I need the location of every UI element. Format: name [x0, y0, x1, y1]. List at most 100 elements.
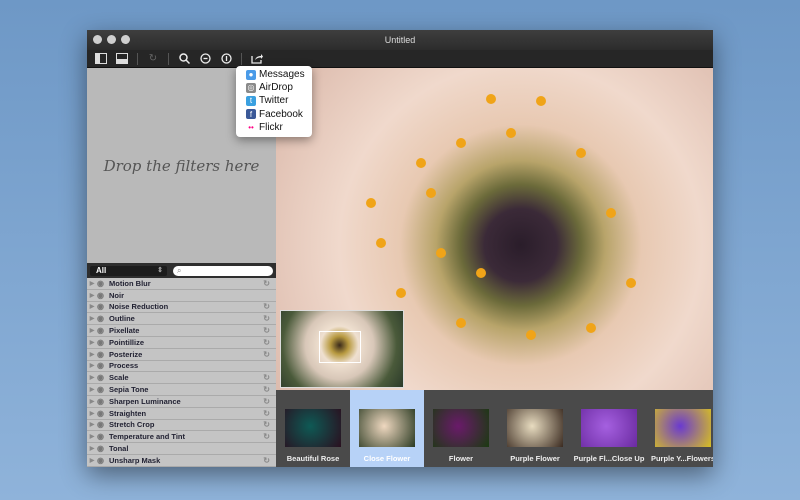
filter-row[interactable]: ▶ ◉ Noise Reduction ↻	[87, 302, 276, 314]
disclosure-triangle-icon[interactable]: ▶	[87, 362, 97, 369]
eye-icon[interactable]: ◉	[97, 338, 109, 347]
filter-row[interactable]: ▶ ◉ Tonal	[87, 443, 276, 455]
eye-icon[interactable]: ◉	[97, 326, 109, 335]
actual-size-icon[interactable]	[220, 53, 232, 65]
thumbnail-item[interactable]: Flower	[424, 390, 498, 467]
reset-icon[interactable]: ↻	[263, 432, 270, 441]
filter-row[interactable]: ▶ ◉ Noir	[87, 290, 276, 302]
thumbnail-item[interactable]: Purple Y...Flowers	[646, 390, 713, 467]
disclosure-triangle-icon[interactable]: ▶	[87, 327, 97, 334]
filter-row[interactable]: ▶ ◉ Unsharp Mask ↻	[87, 455, 276, 467]
sidebar-icon[interactable]	[95, 53, 107, 65]
minimize-button[interactable]	[107, 35, 116, 44]
reset-icon[interactable]: ↻	[263, 302, 270, 311]
disclosure-triangle-icon[interactable]: ▶	[87, 339, 97, 346]
share-icon[interactable]	[251, 53, 263, 65]
disclosure-triangle-icon[interactable]: ▶	[87, 421, 97, 428]
thumbnail-image	[507, 409, 563, 447]
share-menu-item[interactable]: •• Flickr	[236, 121, 312, 134]
disclosure-triangle-icon[interactable]: ▶	[87, 386, 97, 393]
share-menu-item[interactable]: ◎ AirDrop	[236, 81, 312, 94]
filter-row[interactable]: ▶ ◉ Pointillize ↻	[87, 337, 276, 349]
bottom-panel-icon[interactable]	[116, 53, 128, 65]
disclosure-triangle-icon[interactable]: ▶	[87, 292, 97, 299]
stamen-highlight	[576, 148, 586, 158]
eye-icon[interactable]: ◉	[97, 409, 109, 418]
filter-row[interactable]: ▶ ◉ Scale ↻	[87, 372, 276, 385]
eye-icon[interactable]: ◉	[97, 291, 109, 300]
thumbnail-item[interactable]: Purple Fl...Close Up	[572, 390, 646, 467]
stamen-highlight	[486, 94, 496, 104]
filter-row[interactable]: ▶ ◉ Sepia Tone ↻	[87, 384, 276, 396]
share-menu-item[interactable]: f Facebook	[236, 108, 312, 121]
disclosure-triangle-icon[interactable]: ▶	[87, 398, 97, 405]
thumbnail-item[interactable]: Beautiful Rose	[276, 390, 350, 467]
filter-row[interactable]: ▶ ◉ Sharpen Luminance ↻	[87, 396, 276, 408]
reset-icon[interactable]: ↻	[263, 420, 270, 429]
reset-icon[interactable]: ↻	[263, 350, 270, 359]
eye-icon[interactable]: ◉	[97, 302, 109, 311]
thumbnail-item[interactable]: Purple Flower	[498, 390, 572, 467]
thumbnail-item[interactable]: Close Flower	[350, 390, 424, 467]
close-button[interactable]	[93, 35, 102, 44]
eye-icon[interactable]: ◉	[97, 279, 109, 288]
share-menu-item[interactable]: t Twitter	[236, 94, 312, 107]
reset-icon[interactable]: ↻	[263, 456, 270, 465]
rotate-icon[interactable]: ↻	[147, 53, 159, 65]
thumbnail-caption: Purple Fl...Close Up	[573, 454, 645, 463]
filter-row[interactable]: ▶ ◉ Process	[87, 361, 276, 373]
disclosure-triangle-icon[interactable]: ▶	[87, 433, 97, 440]
eye-icon[interactable]: ◉	[97, 385, 109, 394]
eye-icon[interactable]: ◉	[97, 397, 109, 406]
eye-icon[interactable]: ◉	[97, 444, 109, 453]
share-menu-item[interactable]: ● Messages	[236, 68, 312, 81]
reset-icon[interactable]: ↻	[263, 279, 270, 288]
viewport-rectangle[interactable]	[319, 331, 361, 363]
filter-row[interactable]: ▶ ◉ Outline ↻	[87, 313, 276, 326]
stamen-highlight	[586, 323, 596, 333]
disclosure-triangle-icon[interactable]: ▶	[87, 374, 97, 381]
eye-icon[interactable]: ◉	[97, 361, 109, 370]
filter-row[interactable]: ▶ ◉ Motion Blur ↻	[87, 278, 276, 290]
eye-icon[interactable]: ◉	[97, 350, 109, 359]
filter-name: Process	[109, 361, 139, 371]
thumbnail-caption: Close Flower	[363, 454, 411, 463]
thumbnail-image	[285, 409, 341, 447]
filter-row[interactable]: ▶ ◉ Temperature and Tint ↻	[87, 431, 276, 444]
filter-row[interactable]: ▶ ◉ Posterize ↻	[87, 349, 276, 361]
thumbnail-image	[655, 409, 711, 447]
thumbnail-image	[359, 409, 415, 447]
filter-row[interactable]: ▶ ◉ Straighten ↻	[87, 408, 276, 420]
divider	[241, 52, 242, 65]
disclosure-triangle-icon[interactable]: ▶	[87, 315, 97, 322]
eye-icon[interactable]: ◉	[97, 432, 109, 441]
disclosure-triangle-icon[interactable]: ▶	[87, 457, 97, 464]
eye-icon[interactable]: ◉	[97, 456, 109, 465]
reset-icon[interactable]: ↻	[263, 338, 270, 347]
disclosure-triangle-icon[interactable]: ▶	[87, 410, 97, 417]
eye-icon[interactable]: ◉	[97, 420, 109, 429]
zoom-out-icon[interactable]	[199, 53, 211, 65]
eye-icon[interactable]: ◉	[97, 373, 109, 382]
disclosure-triangle-icon[interactable]: ▶	[87, 351, 97, 358]
disclosure-triangle-icon[interactable]: ▶	[87, 303, 97, 310]
category-select[interactable]: All	[90, 265, 167, 276]
reset-icon[interactable]: ↻	[263, 373, 270, 382]
image-canvas[interactable]	[276, 68, 713, 390]
reset-icon[interactable]: ↻	[263, 397, 270, 406]
disclosure-triangle-icon[interactable]: ▶	[87, 280, 97, 287]
filter-row[interactable]: ▶ ◉ Stretch Crop ↻	[87, 420, 276, 432]
disclosure-triangle-icon[interactable]: ▶	[87, 445, 97, 452]
eye-icon[interactable]: ◉	[97, 314, 109, 323]
zoom-button[interactable]	[121, 35, 130, 44]
reset-icon[interactable]: ↻	[263, 314, 270, 323]
reset-icon[interactable]: ↻	[263, 326, 270, 335]
filter-row[interactable]: ▶ ◉ Pixellate ↻	[87, 325, 276, 337]
zoom-icon[interactable]	[178, 53, 190, 65]
reset-icon[interactable]: ↻	[263, 385, 270, 394]
navigator-preview[interactable]	[280, 310, 404, 388]
filter-name: Stretch Crop	[109, 420, 155, 430]
filter-search-input[interactable]: ⌕	[173, 265, 273, 276]
filter-bar: All ⌕	[87, 263, 276, 278]
reset-icon[interactable]: ↻	[263, 409, 270, 418]
